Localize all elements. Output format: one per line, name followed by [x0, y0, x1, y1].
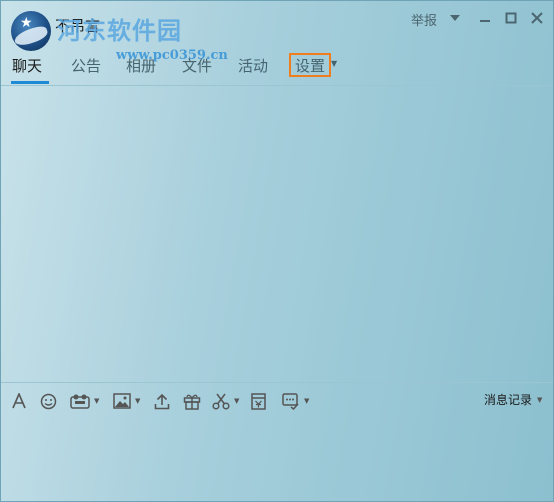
tab-chat[interactable]: 聊天 [12, 55, 42, 76]
emoji-icon[interactable] [40, 391, 57, 411]
upload-icon[interactable] [154, 391, 170, 411]
more-icon[interactable]: ▼ [282, 391, 309, 411]
screenshot-dropdown-icon[interactable]: ▼ [234, 397, 239, 405]
tab-files[interactable]: 文件 [182, 55, 212, 76]
history-dropdown-icon[interactable]: ▼ [537, 396, 542, 404]
tab-album[interactable]: 相册 [126, 55, 156, 76]
font-icon[interactable] [11, 391, 27, 411]
message-history-label[interactable]: 消息记录 [484, 391, 532, 408]
group-chat-window: ★ 不吊言 河东软件园 www.pc0359.cn 举报 聊天 公告 相册 文件… [0, 0, 554, 502]
message-input-area[interactable] [1, 413, 553, 501]
tab-activity[interactable]: 活动 [238, 55, 268, 76]
image-icon[interactable]: ▼ [113, 391, 140, 411]
maximize-icon[interactable] [502, 9, 520, 27]
settings-highlight-box [289, 53, 331, 77]
avatar-graphic [12, 24, 50, 48]
gif-icon[interactable]: ▼ [70, 391, 99, 411]
red-packet-icon[interactable] [251, 391, 266, 411]
group-avatar[interactable]: ★ [11, 11, 51, 51]
group-name[interactable]: 不吊言 [55, 15, 100, 36]
tab-announcement[interactable]: 公告 [71, 55, 101, 76]
scissors-icon[interactable]: ▼ [212, 391, 239, 411]
minimize-icon[interactable] [476, 9, 494, 27]
toolbar-divider [1, 382, 553, 383]
image-dropdown-icon[interactable]: ▼ [135, 397, 140, 405]
more-dropdown-icon[interactable]: ▼ [304, 397, 309, 405]
chat-message-area[interactable] [1, 86, 553, 382]
close-icon[interactable] [528, 9, 546, 27]
gift-icon[interactable] [183, 391, 201, 411]
report-button[interactable]: 举报 [411, 10, 437, 29]
menu-dropdown-icon[interactable] [446, 9, 464, 27]
active-tab-indicator [11, 81, 49, 84]
message-history-button[interactable]: 消息记录 ▼ [484, 391, 542, 408]
gif-dropdown-icon[interactable]: ▼ [94, 397, 99, 405]
settings-dropdown-icon[interactable]: ▼ [331, 59, 337, 68]
